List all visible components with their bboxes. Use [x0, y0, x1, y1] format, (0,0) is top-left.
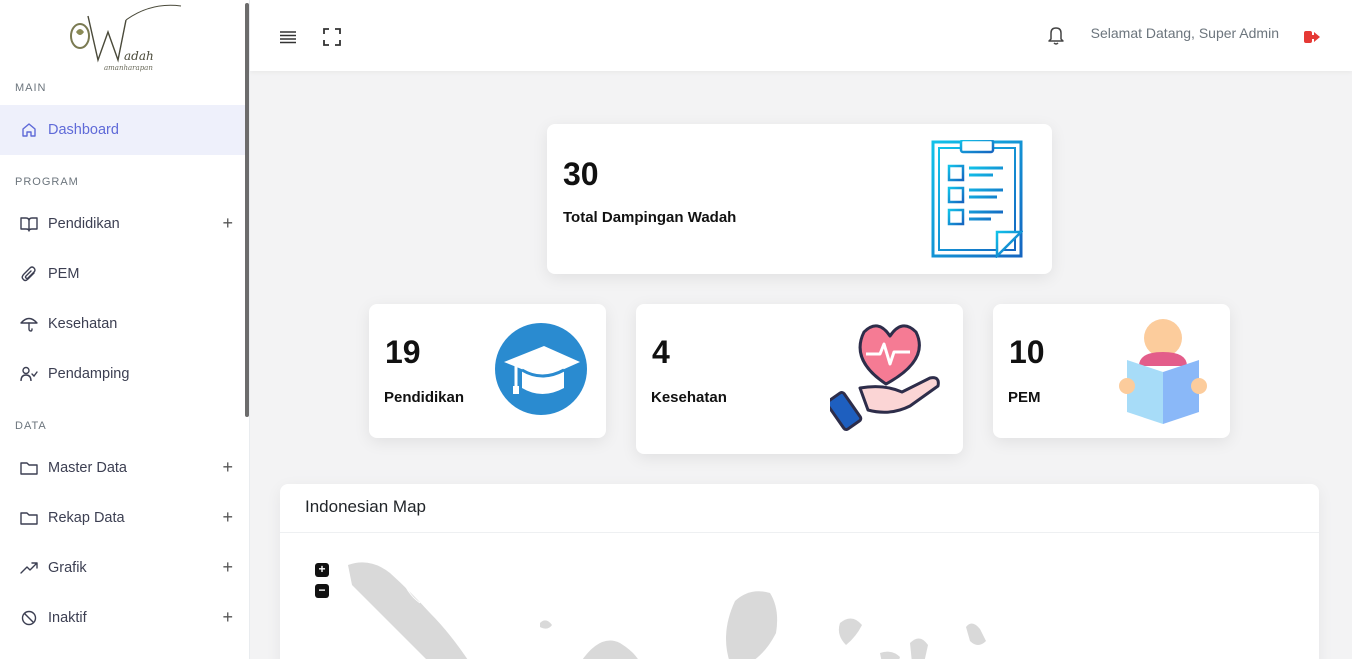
section-label-program: PROGRAM	[15, 176, 79, 188]
expand-plus-icon[interactable]: +	[222, 608, 233, 626]
expand-plus-icon[interactable]: +	[222, 214, 233, 232]
home-icon	[20, 121, 38, 139]
expand-plus-icon[interactable]: +	[222, 558, 233, 576]
reader-icon	[1117, 318, 1209, 429]
sidebar-item-dashboard[interactable]: Dashboard	[0, 105, 245, 155]
stat-pendidikan-value: 19	[385, 334, 421, 370]
paperclip-icon	[20, 265, 38, 283]
clipboard-checklist-icon	[931, 138, 1025, 263]
wadah-logo[interactable]: adah amanharapan	[66, 2, 186, 72]
graduation-cap-icon	[494, 322, 588, 421]
top-bar: Selamat Datang, Super Admin	[250, 0, 1352, 71]
logout-icon[interactable]	[1302, 27, 1322, 47]
sidebar-item-label: Kesehatan	[48, 316, 118, 332]
sidebar-item-label: PEM	[48, 266, 80, 282]
sidebar-item-grafik[interactable]: Grafik +	[0, 543, 245, 593]
stat-card-pem[interactable]: 10 PEM	[993, 304, 1230, 438]
sidebar-item-rekap-data[interactable]: Rekap Data +	[0, 493, 245, 543]
svg-text:amanharapan: amanharapan	[104, 64, 153, 72]
sidebar-item-label: Pendamping	[48, 366, 130, 382]
ban-icon	[20, 609, 38, 627]
umbrella-icon	[20, 315, 38, 333]
stat-pem-value: 10	[1009, 334, 1045, 370]
sidebar-item-label: Pendidikan	[48, 216, 120, 232]
book-icon	[20, 215, 38, 233]
stat-pendidikan-label: Pendidikan	[384, 389, 465, 406]
stat-card-pendidikan[interactable]: 19 Pendidikan	[369, 304, 606, 438]
trending-up-icon	[20, 559, 38, 577]
notification-bell-icon[interactable]	[1046, 25, 1066, 45]
stat-pem-label: PEM	[1008, 389, 1041, 406]
welcome-text: Selamat Datang, Super Admin	[1090, 25, 1279, 41]
heart-in-hand-icon	[825, 318, 942, 439]
section-label-data: DATA	[15, 420, 47, 432]
section-label-main: MAIN	[15, 82, 47, 94]
stat-total-label: Total Dampingan Wadah	[563, 209, 737, 226]
menu-toggle-icon[interactable]	[278, 27, 298, 47]
map-title: Indonesian Map	[305, 497, 426, 516]
expand-plus-icon[interactable]: +	[222, 508, 233, 526]
sidebar-item-label: Master Data	[48, 460, 127, 476]
folder-icon	[20, 509, 38, 527]
fullscreen-icon[interactable]	[322, 27, 342, 47]
expand-plus-icon[interactable]: +	[222, 458, 233, 476]
sidebar-scrollbar[interactable]	[245, 3, 249, 417]
sidebar-item-master-data[interactable]: Master Data +	[0, 443, 245, 493]
sidebar-item-pendamping[interactable]: Pendamping	[0, 349, 245, 399]
map-card: Indonesian Map + −	[280, 484, 1319, 659]
sidebar-item-label: Grafik	[48, 560, 87, 576]
sidebar-item-label: Dashboard	[48, 122, 119, 138]
sidebar-item-label: Inaktif	[48, 610, 87, 626]
stat-card-kesehatan[interactable]: 4 Kesehatan	[636, 304, 963, 454]
folder-icon	[20, 459, 38, 477]
stat-kesehatan-label: Kesehatan	[651, 389, 727, 406]
sidebar-item-pem[interactable]: PEM	[0, 249, 245, 299]
indonesia-map[interactable]	[280, 533, 1319, 659]
svg-text:adah: adah	[124, 49, 154, 63]
user-check-icon	[20, 365, 38, 383]
stat-kesehatan-value: 4	[652, 334, 670, 370]
sidebar-item-kesehatan[interactable]: Kesehatan	[0, 299, 245, 349]
sidebar-item-pendidikan[interactable]: Pendidikan +	[0, 199, 245, 249]
stat-card-total[interactable]: 30 Total Dampingan Wadah	[547, 124, 1052, 274]
sidebar-item-label: Rekap Data	[48, 510, 125, 526]
sidebar: adah amanharapan MAIN Dashboard PROGRAM …	[0, 0, 250, 659]
sidebar-item-inaktif[interactable]: Inaktif +	[0, 593, 245, 643]
stat-total-value: 30	[563, 156, 599, 192]
